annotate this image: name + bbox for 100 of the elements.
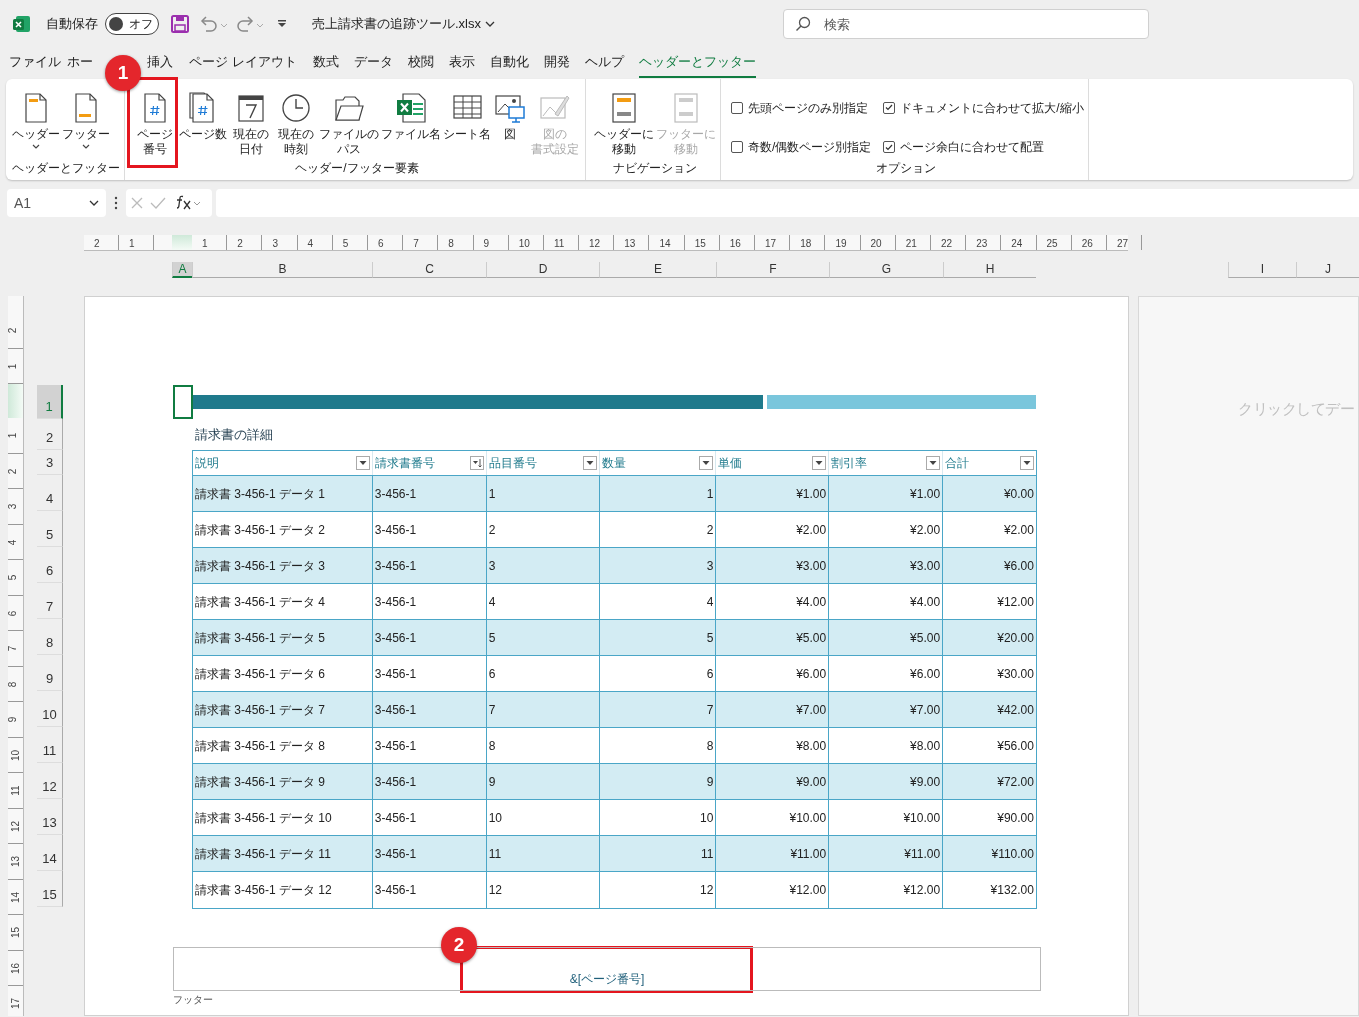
table-cell: 3-456-1 [372,476,487,511]
table-cell: 請求書 3-456-1 データ 11 [193,836,373,871]
column-header[interactable]: J [1296,262,1359,278]
table-cell-text: ¥6.00 [1002,557,1035,575]
table-cell: ¥4.00 [716,584,830,619]
row-header[interactable]: 3 [37,450,63,475]
ribbon-button[interactable]: ヘッダーに 移動 [594,92,654,159]
menu-tab[interactable]: 数式 [312,51,339,78]
column-header[interactable]: A [172,262,192,278]
ruler-number: 19 [835,237,847,251]
row-header[interactable]: 15 [37,871,63,907]
table-cell: 請求書 3-456-1 データ 2 [193,512,373,547]
column-header[interactable]: F [716,262,829,278]
ribbon-button[interactable]: ページ数 [179,92,227,159]
ribbon-button[interactable]: ヘッダー [12,92,60,159]
menu-tab[interactable]: 自動化 [489,51,529,78]
file-name-menu[interactable]: 売上請求書の追跡ツール.xlsx [312,14,495,34]
table-cell: ¥11.00 [829,836,944,871]
menu-tab[interactable]: 挿入 [147,51,173,78]
row-header[interactable]: 13 [37,799,63,835]
row-header[interactable]: 7 [37,583,63,619]
row-header[interactable]: 4 [37,475,63,511]
group-label: ナビゲーション [613,160,697,177]
table-cell: 9 [486,764,600,799]
table-cell: 請求書 3-456-1 データ 4 [193,584,373,619]
ruler-number: 13 [624,237,636,251]
ribbon-button[interactable]: フッター [62,92,110,159]
table-cell-text: ¥42.00 [996,701,1035,719]
menu-tab[interactable]: ヘルプ [584,51,624,78]
column-header[interactable]: G [829,262,943,278]
group-label: ヘッダー/フッター要素 [295,160,419,177]
ruler-number: 2 [237,237,243,251]
table-cell: ¥5.00 [829,620,944,655]
row-header[interactable]: 8 [37,619,63,655]
menu-tab[interactable]: ファイル [9,51,61,78]
table-cell: 10 [599,800,717,835]
ribbon-button[interactable]: 現在の 時刻 [275,92,317,159]
column-header[interactable]: E [599,262,716,278]
column-header[interactable]: B [192,262,372,278]
menu-tab[interactable]: 開発 [543,51,570,78]
table-cell: ¥6.00 [716,656,830,691]
ruler-number: 10 [9,749,23,761]
ribbon-button[interactable]: ファイルの パス [319,92,379,159]
option-checkbox[interactable]: ドキュメントに合わせて拡大/縮小 [883,96,1084,120]
ruler-number: 5 [342,237,349,251]
option-checkbox[interactable]: 奇数/偶数ページ別指定 [731,135,872,159]
menu-tab[interactable]: データ [353,51,393,78]
table-cell: 1 [599,476,717,511]
menu-tab[interactable]: ホー [67,51,93,78]
menu-tab[interactable]: 校閲 [407,51,434,78]
table-cell: 請求書 3-456-1 データ 9 [193,764,373,799]
table-cell: 4 [599,584,717,619]
table-cell: ¥9.00 [716,764,830,799]
row-header[interactable]: 10 [37,691,63,727]
row-header[interactable]: 5 [37,511,63,547]
row-header[interactable]: 12 [37,763,63,799]
table-cell-text: ¥2.00 [1002,521,1035,539]
menu-tab[interactable]: ページ レイアウト [189,51,297,78]
ruler-number: 1 [6,363,20,369]
table-cell: ¥7.00 [829,692,944,727]
ruler-number: 8 [6,681,20,687]
row-header[interactable]: 11 [37,727,63,763]
row-header[interactable]: 9 [37,655,63,691]
ribbon-button[interactable]: ページ 番号 [133,92,177,159]
ribbon-button[interactable]: 現在の 日付 [229,92,273,159]
table-cell: 3-456-1 [372,584,487,619]
table-cell: 9 [599,764,717,799]
column-header[interactable]: C [372,262,486,278]
table-cell: ¥8.00 [716,728,830,763]
row-header[interactable]: 14 [37,835,63,871]
name-box[interactable]: A1 [7,189,106,217]
table-cell: 8 [599,728,717,763]
ruler-number: 7 [413,237,419,251]
row-header[interactable]: 2 [37,419,63,450]
ribbon-button[interactable]: シート名 [443,92,491,159]
table-cell: ¥12.00 [829,872,944,908]
table-cell: ¥12.00 [716,872,830,908]
table-cell: ¥3.00 [829,548,944,583]
table-cell: 請求書 3-456-1 データ 12 [193,872,373,908]
menu-tab[interactable]: 表示 [448,51,475,78]
column-header[interactable]: H [943,262,1036,278]
ribbon-button[interactable]: 図 [493,92,527,159]
option-checkbox[interactable]: ページ余白に合わせて配置 [883,135,1084,159]
row-header[interactable]: 1 [37,385,63,419]
search-field[interactable]: 検索 [783,9,1149,39]
autosave-toggle[interactable]: オフ [105,13,159,35]
row-header[interactable]: 6 [37,547,63,583]
ribbon-button[interactable]: ファイル名 [381,92,441,159]
section-title: 請求書の詳細 [195,425,273,444]
option-checkbox[interactable]: 先頭ページのみ別指定 [731,96,872,120]
table-cell: 4 [486,584,600,619]
ruler-number: 27 [1116,237,1128,251]
ruler-number: 21 [905,237,917,251]
table-cell: 請求書 3-456-1 データ 1 [193,476,373,511]
column-header[interactable]: I [1228,262,1296,278]
autosave-label: 自動保存 [46,15,98,34]
table-cell-text: ¥0.00 [1002,485,1035,503]
column-header[interactable]: D [486,262,599,278]
table-cell: ¥2.00 [829,512,944,547]
ruler-number: 25 [1046,237,1058,251]
